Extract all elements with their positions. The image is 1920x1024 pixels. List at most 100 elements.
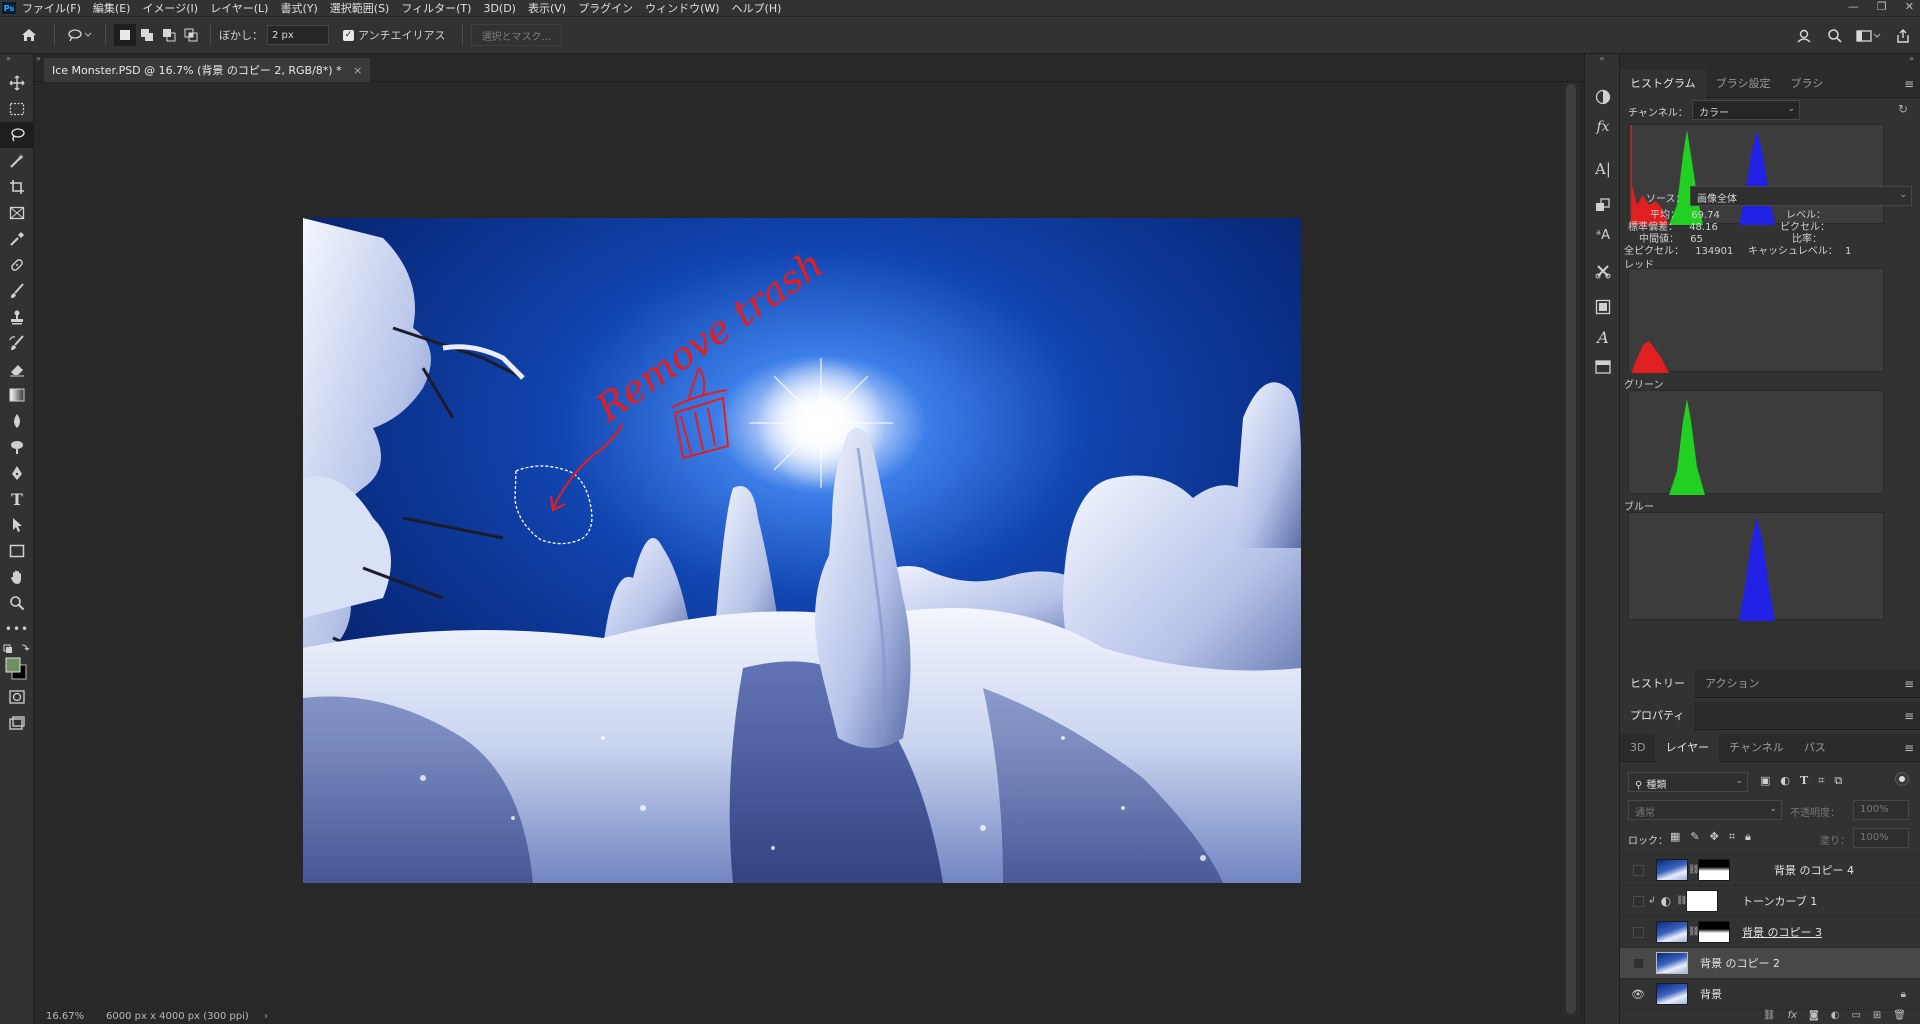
- tab-paths[interactable]: パス: [1794, 734, 1836, 762]
- layer-mask-thumbnail[interactable]: [1698, 859, 1730, 881]
- foreground-background-color-icon[interactable]: [2, 643, 32, 683]
- layer-name[interactable]: 背景: [1700, 986, 1722, 1002]
- add-selection-icon[interactable]: [136, 24, 158, 46]
- lasso-tool-icon[interactable]: [0, 122, 34, 148]
- healing-brush-tool-icon[interactable]: [0, 252, 34, 278]
- add-mask-icon[interactable]: ◙: [1809, 1010, 1819, 1024]
- layer-name[interactable]: トーンカーブ 1: [1742, 893, 1817, 909]
- menu-window[interactable]: ウィンドウ(W): [645, 0, 719, 16]
- crop-tool-icon[interactable]: [0, 174, 34, 200]
- menu-3d[interactable]: 3D(D): [483, 2, 516, 15]
- layer-name[interactable]: 背景 のコピー 3: [1742, 924, 1822, 940]
- screen-mode-icon[interactable]: [0, 710, 34, 736]
- more-tools-icon[interactable]: •••: [0, 616, 34, 642]
- tab-histogram[interactable]: ヒストグラム: [1620, 69, 1706, 98]
- zoom-level[interactable]: 16.67%: [46, 1011, 84, 1022]
- menu-image[interactable]: イメージ(I): [142, 0, 198, 16]
- gradient-tool-icon[interactable]: [0, 382, 34, 408]
- rectangle-tool-icon[interactable]: [0, 538, 34, 564]
- refresh-histogram-icon[interactable]: ↻: [1898, 102, 1908, 116]
- visibility-toggle[interactable]: [1633, 926, 1644, 938]
- move-tool-icon[interactable]: [0, 70, 34, 96]
- canvas-vertical-scrollbar[interactable]: [1562, 82, 1580, 1016]
- layer-name[interactable]: 背景 のコピー 2: [1700, 955, 1780, 971]
- expand-panels-icon[interactable]: «: [1585, 54, 1619, 70]
- clone-stamp-tool-icon[interactable]: [0, 304, 34, 330]
- tab-brushes[interactable]: ブラシ: [1780, 70, 1833, 98]
- tab-history[interactable]: ヒストリー: [1620, 669, 1695, 698]
- clone-source-icon[interactable]: [1585, 292, 1621, 322]
- eraser-tool-icon[interactable]: [0, 356, 34, 382]
- properties-panel-menu-icon[interactable]: ≡: [1904, 709, 1914, 723]
- dock-collapse-icon[interactable]: »: [1620, 54, 1920, 70]
- tab-layers[interactable]: レイヤー: [1655, 733, 1720, 762]
- menu-edit[interactable]: 編集(E): [93, 0, 131, 16]
- subtract-selection-icon[interactable]: [158, 24, 180, 46]
- layer-name[interactable]: 背景 のコピー 4: [1774, 862, 1854, 878]
- brush-tool-icon[interactable]: [0, 278, 34, 304]
- tab-brush-settings[interactable]: ブラシ設定: [1706, 70, 1781, 98]
- select-and-mask-button[interactable]: 選択とマスク...: [470, 24, 563, 46]
- close-window-icon[interactable]: ✕: [1905, 0, 1914, 13]
- marquee-tool-icon[interactable]: [0, 96, 34, 122]
- styles-fx-icon[interactable]: fx: [1585, 112, 1621, 142]
- intersect-selection-icon[interactable]: [180, 24, 202, 46]
- zoom-tool-icon[interactable]: [0, 590, 34, 616]
- path-selection-tool-icon[interactable]: [0, 512, 34, 538]
- character-icon[interactable]: A|: [1585, 154, 1621, 184]
- type-styles-icon[interactable]: A: [1585, 322, 1621, 352]
- collapse-toolbar-icon[interactable]: »: [0, 54, 33, 70]
- eye-icon[interactable]: 👁︎: [1628, 984, 1648, 1004]
- layer-row[interactable]: ↲ ◐ ⛓ トーンカーブ 1: [1620, 886, 1920, 917]
- quick-mask-icon[interactable]: [0, 684, 34, 710]
- opacity-input[interactable]: 100%: [1853, 800, 1909, 820]
- search-icon[interactable]: [1824, 25, 1846, 47]
- restore-icon[interactable]: ❐: [1877, 0, 1887, 13]
- lock-position-icon[interactable]: ✥: [1710, 830, 1719, 844]
- tool-presets-icon[interactable]: [1585, 256, 1621, 286]
- filter-pixel-icon[interactable]: ▣: [1760, 774, 1770, 788]
- share-export-icon[interactable]: [1892, 25, 1914, 47]
- workspace-icon[interactable]: [1854, 25, 1884, 47]
- lock-transparent-icon[interactable]: ▦: [1670, 830, 1680, 844]
- feather-input[interactable]: [267, 25, 329, 45]
- filter-toggle-switch[interactable]: [1895, 772, 1909, 786]
- dodge-tool-icon[interactable]: [0, 434, 34, 460]
- history-panel-menu-icon[interactable]: ≡: [1904, 677, 1914, 691]
- channel-select[interactable]: カラー ⌄: [1692, 100, 1800, 120]
- status-menu-chevron-icon[interactable]: ›: [264, 1011, 268, 1022]
- link-layers-icon[interactable]: ⛓: [1763, 1010, 1776, 1024]
- blur-tool-icon[interactable]: [0, 408, 34, 434]
- menu-type[interactable]: 書式(Y): [280, 0, 317, 16]
- blend-mode-select[interactable]: 通常 ⌄: [1628, 800, 1782, 820]
- new-adjustment-icon[interactable]: ◐: [1831, 1010, 1840, 1024]
- adjustments-icon[interactable]: [1585, 82, 1621, 112]
- lock-all-icon[interactable]: 🔒︎: [1745, 830, 1751, 844]
- filter-type-icon[interactable]: T: [1800, 774, 1808, 788]
- history-brush-tool-icon[interactable]: [0, 330, 34, 356]
- color-swatches[interactable]: [0, 642, 34, 684]
- visibility-toggle[interactable]: [1633, 957, 1644, 969]
- info-panel-icon[interactable]: [1585, 352, 1621, 382]
- type-tool-icon[interactable]: T: [0, 486, 34, 512]
- menu-view[interactable]: 表示(V): [528, 0, 566, 16]
- layer-row-selected[interactable]: 背景 のコピー 2: [1620, 948, 1920, 979]
- fill-input[interactable]: 100%: [1853, 828, 1909, 848]
- document-info[interactable]: 6000 px x 4000 px (300 ppi): [106, 1011, 249, 1022]
- menu-file[interactable]: ファイル(F): [22, 0, 81, 16]
- lasso-preset-icon[interactable]: [63, 24, 97, 46]
- layer-row[interactable]: 👁︎ 背景 🔒︎: [1620, 979, 1920, 1010]
- new-group-icon[interactable]: ▭: [1851, 1010, 1860, 1024]
- menu-filter[interactable]: フィルター(T): [401, 0, 471, 16]
- menu-plugins[interactable]: プラグイン: [578, 0, 633, 16]
- source-select[interactable]: 画像全体 ⌄: [1690, 186, 1912, 206]
- lock-artboard-icon[interactable]: ⌗: [1729, 830, 1735, 844]
- menu-select[interactable]: 選択範囲(S): [330, 0, 390, 16]
- pen-tool-icon[interactable]: [0, 460, 34, 486]
- menu-layer[interactable]: レイヤー(L): [210, 0, 268, 16]
- home-icon[interactable]: [18, 24, 40, 46]
- filter-smart-object-icon[interactable]: ⧉: [1834, 774, 1842, 788]
- tab-properties[interactable]: プロパティ: [1620, 701, 1695, 730]
- document-canvas-image[interactable]: Remove trash: [303, 218, 1301, 883]
- new-layer-icon[interactable]: ⊞: [1873, 1010, 1881, 1024]
